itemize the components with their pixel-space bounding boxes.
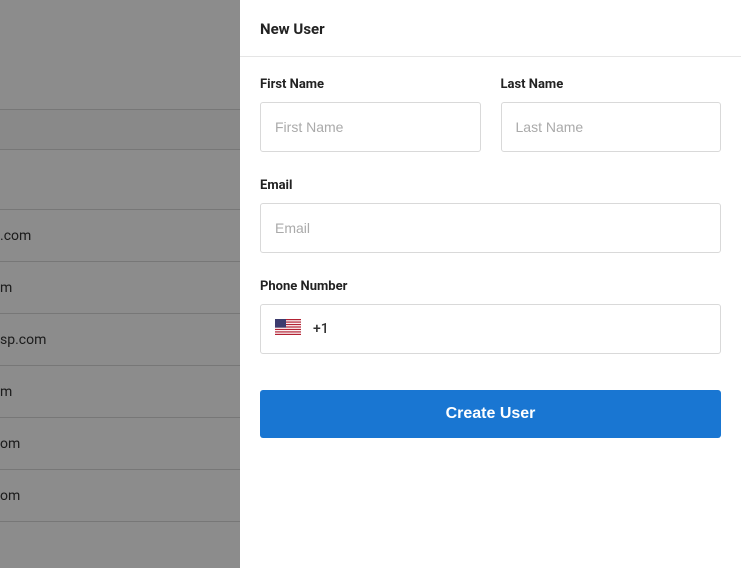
panel-title: New User	[260, 20, 721, 38]
panel-header: New User	[240, 0, 741, 57]
phone-label: Phone Number	[260, 279, 721, 294]
last-name-label: Last Name	[501, 77, 722, 92]
phone-row: Phone Number	[260, 279, 721, 354]
email-field[interactable]	[260, 203, 721, 253]
new-user-panel: New User First Name Last Name Email Phon…	[240, 0, 741, 568]
panel-body: First Name Last Name Email Phone Number	[240, 57, 741, 458]
phone-number-input[interactable]	[341, 305, 706, 353]
email-label: Email	[260, 178, 721, 193]
phone-field-wrap: Phone Number	[260, 279, 721, 354]
first-name-field: First Name	[260, 77, 481, 152]
name-row: First Name Last Name	[260, 77, 721, 152]
first-name-label: First Name	[260, 77, 481, 92]
first-name-input[interactable]	[260, 102, 481, 152]
us-flag-icon[interactable]	[275, 319, 301, 339]
last-name-field: Last Name	[501, 77, 722, 152]
phone-input-wrap[interactable]: +1	[260, 304, 721, 354]
email-row: Email	[260, 178, 721, 253]
email-field-wrap: Email	[260, 178, 721, 253]
create-user-button[interactable]: Create User	[260, 390, 721, 438]
last-name-input[interactable]	[501, 102, 722, 152]
phone-dial-code: +1	[313, 321, 329, 337]
